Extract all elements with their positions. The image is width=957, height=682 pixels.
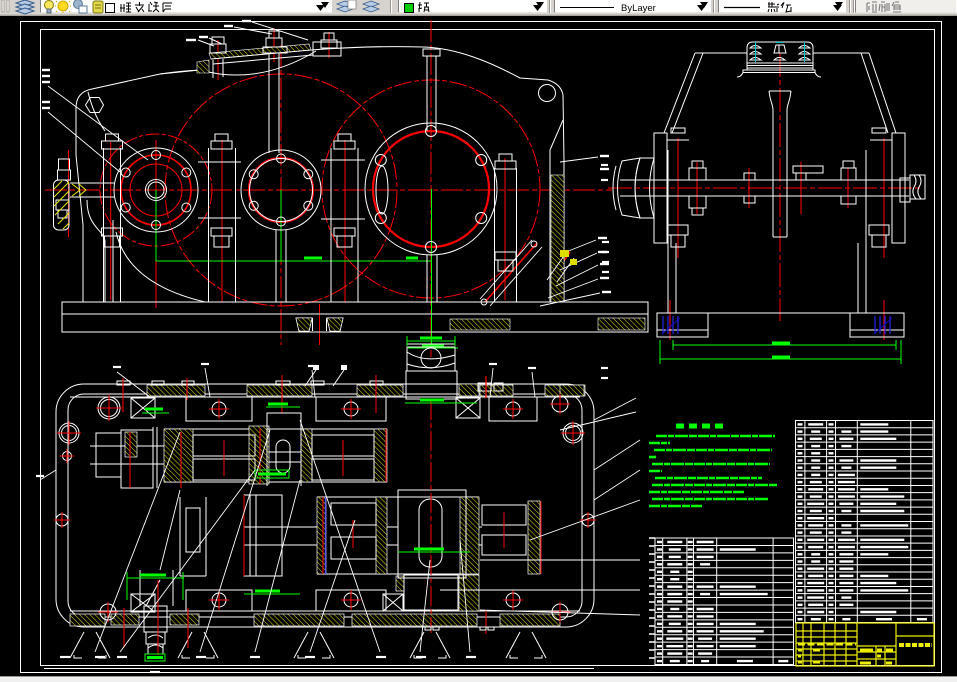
svg-text:ByLayer: ByLayer <box>621 3 656 14</box>
